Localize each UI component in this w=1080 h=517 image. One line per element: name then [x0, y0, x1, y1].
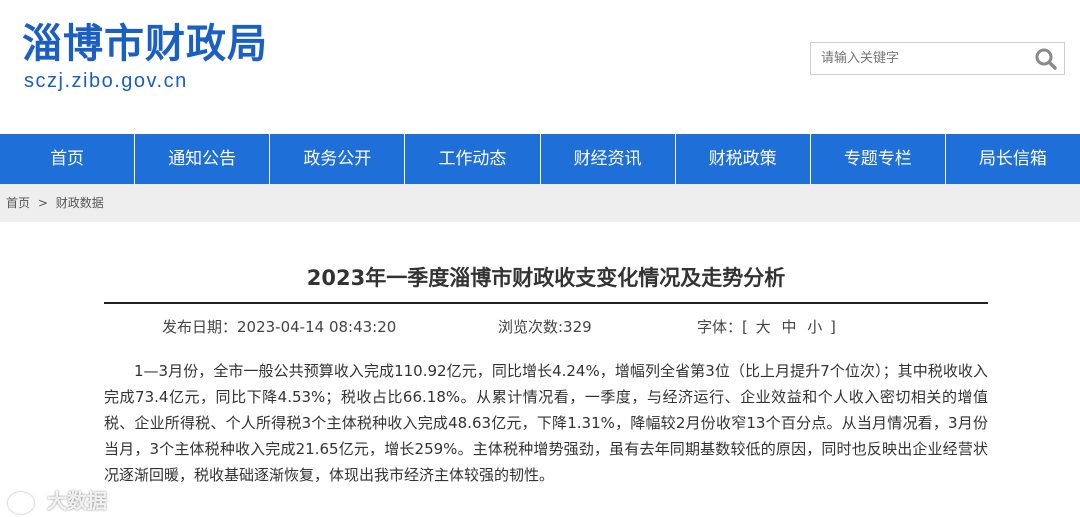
font-size-bracket-close: ]: [830, 318, 836, 336]
watermark-logo-icon: [8, 491, 34, 514]
font-size-label: 字体：[: [697, 318, 748, 336]
nav-item-government-affairs[interactable]: 政务公开: [270, 134, 406, 184]
title-divider: [104, 302, 988, 304]
font-size-control: 字体：[ 大 中 小 ]: [697, 316, 836, 337]
nav-item-work-updates[interactable]: 工作动态: [405, 134, 541, 184]
watermark: 大数据: [8, 485, 107, 514]
site-header: 淄博市财政局 sczj.zibo.gov.cn: [0, 0, 1080, 134]
font-size-large-button[interactable]: 大: [756, 318, 771, 336]
watermark-text: 大数据: [46, 489, 107, 513]
main-nav: 首页 通知公告 政务公开 工作动态 财经资讯 财税政策 专题专栏 局长信箱: [0, 134, 1080, 184]
breadcrumb: 首页 > 财政数据: [0, 184, 1080, 222]
article-title: 2023年一季度淄博市财政收支变化情况及走势分析: [306, 266, 786, 290]
article-body: 1—3月份，全市一般公共预算收入完成110.92亿元，同比增长4.24%，增幅列…: [104, 362, 988, 484]
nav-item-tax-policy[interactable]: 财税政策: [676, 134, 811, 184]
nav-item-finance-news[interactable]: 财经资讯: [541, 134, 676, 184]
search-icon[interactable]: [1034, 47, 1058, 71]
font-size-medium-button[interactable]: 中: [781, 318, 796, 336]
site-domain: sczj.zibo.gov.cn: [24, 70, 188, 92]
breadcrumb-home[interactable]: 首页: [6, 196, 30, 210]
nav-item-special-topics[interactable]: 专题专栏: [811, 134, 946, 184]
search-box: [810, 42, 1065, 75]
breadcrumb-separator: >: [37, 196, 48, 210]
publish-date: 发布日期：2023-04-14 08:43:20: [162, 318, 397, 336]
search-input[interactable]: [811, 43, 1026, 74]
font-size-small-button[interactable]: 小: [807, 318, 822, 336]
breadcrumb-current[interactable]: 财政数据: [56, 196, 104, 210]
view-count: 浏览次数:329: [498, 318, 592, 336]
site-title[interactable]: 淄博市财政局: [22, 18, 268, 70]
nav-item-notices[interactable]: 通知公告: [135, 134, 271, 184]
nav-item-director-mailbox[interactable]: 局长信箱: [946, 134, 1080, 184]
nav-item-home[interactable]: 首页: [0, 134, 136, 184]
